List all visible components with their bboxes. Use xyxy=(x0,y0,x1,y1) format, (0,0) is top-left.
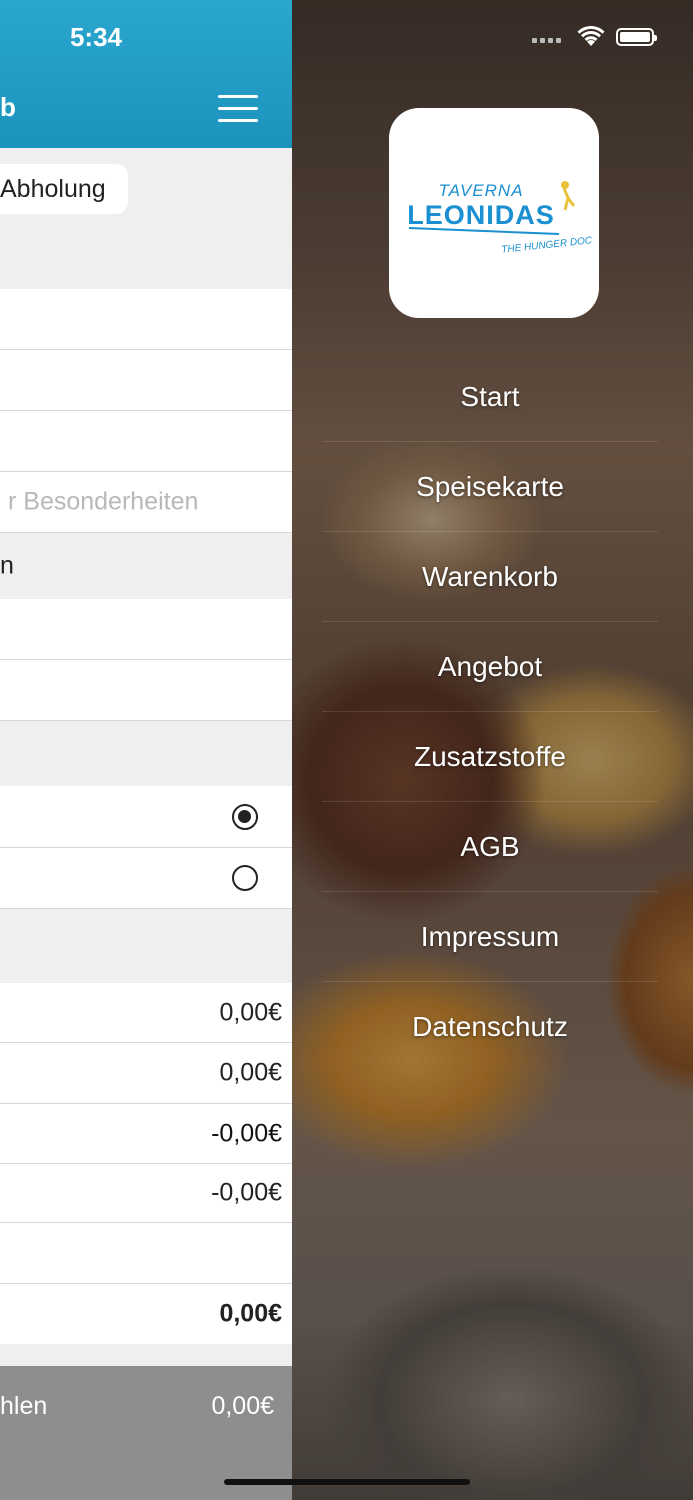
hamburger-menu-icon[interactable] xyxy=(218,95,258,123)
total-value: 0,00€ xyxy=(219,1299,282,1328)
home-indicator[interactable] xyxy=(224,1479,470,1485)
summary-row: 0,00€ xyxy=(0,1043,292,1104)
logo-image: TAVERNA LEONIDAS THE HUNGER DOC xyxy=(407,181,594,256)
restaurant-logo: TAVERNA LEONIDAS THE HUNGER DOC xyxy=(389,108,599,318)
order-type-chip[interactable]: Abholung xyxy=(0,164,128,214)
summary-value: 0,00€ xyxy=(219,998,282,1026)
menu-item-start[interactable]: Start xyxy=(322,352,658,442)
total-row: 0,00€ xyxy=(0,1284,292,1344)
form-field[interactable] xyxy=(0,599,292,660)
checkout-amount: 0,00€ xyxy=(211,1392,274,1420)
page-title: b xyxy=(0,92,16,122)
signal-icon xyxy=(532,38,566,44)
summary-value: 0,00€ xyxy=(219,1058,282,1087)
summary-row: 0,00€ xyxy=(0,983,292,1043)
notes-placeholder: r Besonderheiten xyxy=(8,487,199,516)
side-menu: Start Speisekarte Warenkorb Angebot Zusa… xyxy=(322,352,658,1072)
form-field[interactable] xyxy=(0,660,292,721)
menu-item-zusatzstoffe[interactable]: Zusatzstoffe xyxy=(322,712,658,802)
summary-row: -0,00€ xyxy=(0,1104,292,1164)
radio-selected[interactable] xyxy=(232,803,258,830)
battery-icon xyxy=(616,28,657,46)
payment-option[interactable] xyxy=(0,848,292,909)
form-field[interactable] xyxy=(0,350,292,411)
menu-item-angebot[interactable]: Angebot xyxy=(322,622,658,712)
form-field[interactable] xyxy=(0,289,292,350)
summary-row: -0,00€ xyxy=(0,1164,292,1223)
cart-screen: 5:34 b Abholung r Besonderheiten n 0,00€… xyxy=(0,0,292,1500)
summary-value: -0,00€ xyxy=(211,1178,282,1207)
status-time: 5:34 xyxy=(69,22,123,52)
summary-value: -0,00€ xyxy=(211,1119,282,1147)
checkout-label: hlen xyxy=(0,1392,48,1420)
menu-item-agb[interactable]: AGB xyxy=(322,802,658,892)
form-field[interactable] xyxy=(0,411,292,472)
radio-unselected[interactable] xyxy=(232,865,258,891)
menu-item-warenkorb[interactable]: Warenkorb xyxy=(322,532,658,622)
wifi-icon xyxy=(577,26,605,46)
app-header: 5:34 b xyxy=(0,0,292,148)
svg-text:THE HUNGER DOC: THE HUNGER DOC xyxy=(501,235,594,256)
section-header: n xyxy=(0,533,292,599)
notes-field[interactable]: r Besonderheiten xyxy=(0,472,292,533)
svg-text:LEONIDAS: LEONIDAS xyxy=(407,200,555,230)
section-label: n xyxy=(0,551,14,580)
payment-option[interactable] xyxy=(0,786,292,848)
menu-item-datenschutz[interactable]: Datenschutz xyxy=(322,982,658,1072)
menu-item-speisekarte[interactable]: Speisekarte xyxy=(322,442,658,532)
summary-row xyxy=(0,1223,292,1284)
menu-item-impressum[interactable]: Impressum xyxy=(322,892,658,982)
svg-text:TAVERNA: TAVERNA xyxy=(438,181,523,200)
